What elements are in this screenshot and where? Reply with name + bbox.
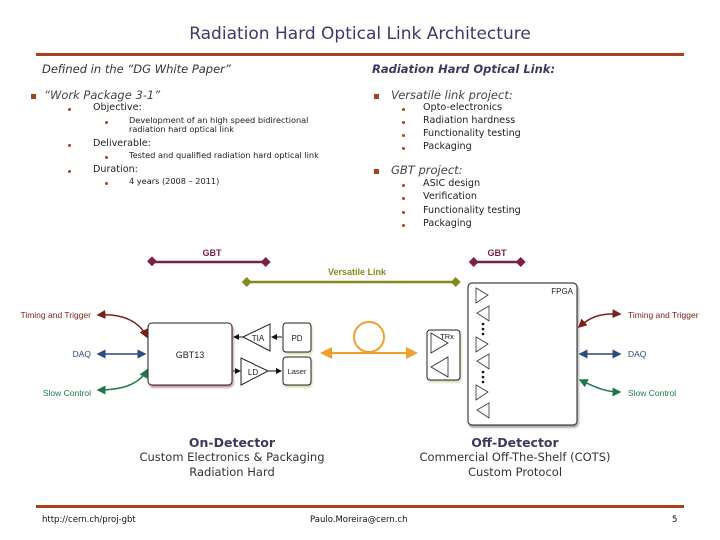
- gbt-item: Verification: [423, 191, 477, 202]
- bullet-dot: [68, 170, 71, 173]
- gbt-item: ASIC design: [423, 178, 481, 189]
- objective-text-2: radiation hard optical link: [129, 124, 234, 134]
- off-detector-line: Custom Protocol: [467, 465, 563, 479]
- footer-email[interactable]: Paulo.Moreira@cern.ch: [310, 515, 408, 525]
- ld-label: LD: [248, 368, 258, 377]
- objective-label: Objective:: [93, 102, 142, 113]
- left-slow-arrow: [96, 368, 148, 395]
- gbt-item: Packaging: [423, 218, 472, 229]
- gbt-right-label: GBT: [488, 248, 508, 258]
- left-timing-label: Timing and Trigger: [20, 310, 91, 320]
- work-package-label: “Work Package 3-1”: [44, 88, 161, 102]
- left-slow-label: Slow Control: [43, 388, 91, 398]
- duration-text: 4 years (2008 – 2011): [129, 176, 220, 186]
- bullet-dot: [402, 224, 405, 227]
- gbt13-label: GBT13: [176, 350, 205, 360]
- on-detector-title: On-Detector: [188, 435, 276, 450]
- right-slow-arrow: [578, 379, 622, 397]
- duration-label: Duration:: [93, 164, 138, 175]
- versatile-link-span: Versatile Link: [241, 267, 461, 287]
- gbt-project-label: GBT project:: [391, 163, 463, 177]
- bullet-dot: [402, 134, 405, 137]
- versatile-item: Functionality testing: [423, 128, 521, 139]
- off-detector-caption: Off-Detector Commercial Off-The-Shelf (C…: [395, 435, 635, 480]
- page-number: 5: [672, 515, 678, 525]
- bullet-square: [31, 94, 36, 99]
- bullet-square: [374, 169, 379, 174]
- bullet-dot: [68, 108, 71, 111]
- off-detector-line: Commercial Off-The-Shelf (COTS): [419, 450, 611, 464]
- right-timing-arrow: [577, 309, 622, 329]
- on-detector-line: Radiation Hard: [189, 465, 275, 479]
- fpga-label: FPGA: [551, 287, 573, 296]
- on-detector-line: Custom Electronics & Packaging: [139, 450, 325, 464]
- bullet-dot: [105, 121, 108, 124]
- gbt-span-right: GBT: [468, 248, 526, 267]
- right-timing-label: Timing and Trigger: [628, 310, 699, 320]
- right-slow-label: Slow Control: [628, 388, 676, 398]
- gbt-item: Functionality testing: [423, 205, 521, 216]
- bullet-dot: [105, 156, 108, 159]
- bullet-dot: [402, 147, 405, 150]
- gbt-left-label: GBT: [203, 248, 223, 258]
- pd-label: PD: [291, 334, 302, 343]
- left-timing-arrow: [96, 309, 148, 339]
- title-divider: [36, 53, 684, 56]
- architecture-diagram: GBT GBT Versatile Link Timing and Trigge…: [20, 248, 699, 426]
- right-daq-label: DAQ: [628, 349, 647, 359]
- bullet-dot: [402, 108, 405, 111]
- versatile-item: Packaging: [423, 141, 472, 152]
- bullet-dot: [402, 211, 405, 214]
- gbt-span-left: GBT: [147, 248, 271, 267]
- bullet-dot: [68, 144, 71, 147]
- left-daq-label: DAQ: [73, 349, 92, 359]
- optical-fiber: [320, 321, 418, 359]
- tia-label: TIA: [252, 334, 265, 343]
- off-detector-title: Off-Detector: [471, 435, 559, 450]
- bullet-dot: [402, 121, 405, 124]
- versatile-item: Radiation hardness: [423, 115, 516, 126]
- left-intro: Defined in the “DG White Paper”: [42, 62, 231, 76]
- bullet-dot: [402, 184, 405, 187]
- bullet-square: [374, 94, 379, 99]
- slide-title: Radiation Hard Optical Link Architecture: [189, 24, 531, 44]
- right-heading: Radiation Hard Optical Link:: [372, 62, 556, 76]
- bullet-dot: [402, 197, 405, 200]
- bullet-dot: [105, 182, 108, 185]
- deliverable-text: Tested and qualified radiation hard opti…: [129, 150, 319, 160]
- fpga-block: [467, 282, 578, 426]
- laser-label: Laser: [288, 367, 307, 376]
- versatile-project-label: Versatile link project:: [391, 88, 513, 102]
- footer-url[interactable]: http://cern.ch/proj-gbt: [42, 515, 136, 525]
- versatile-link-label: Versatile Link: [328, 267, 387, 277]
- versatile-item: Opto-electronics: [423, 102, 503, 113]
- on-detector-caption: On-Detector Custom Electronics & Packagi…: [112, 435, 352, 480]
- deliverable-label: Deliverable:: [93, 138, 151, 149]
- footer-divider: [36, 505, 684, 508]
